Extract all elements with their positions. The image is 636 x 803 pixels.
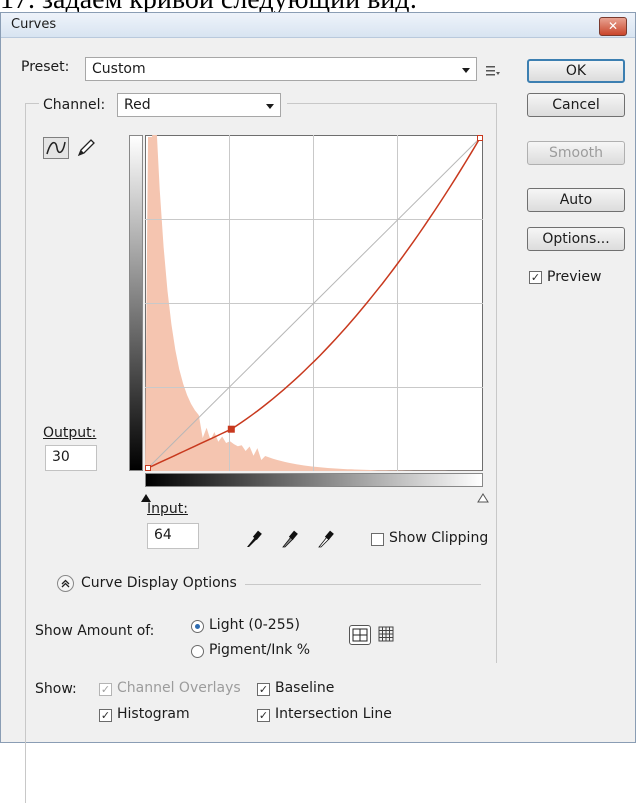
detailed-grid-icon[interactable] [377,625,395,647]
collapse-icon[interactable] [57,575,74,592]
output-label: Output: [43,425,97,441]
curves-graph[interactable] [145,135,483,471]
preset-label: Preset: [21,59,70,75]
preset-value: Custom [92,61,146,77]
options-button[interactable]: Options... [527,227,625,251]
curve-display-options-title: Curve Display Options [81,575,237,591]
input-label: Input: [147,501,188,517]
preview-label: Preview [547,269,602,285]
options-separator [245,584,481,585]
channel-label: Channel: [43,97,106,113]
auto-button[interactable]: Auto [527,188,625,212]
curve-point-end[interactable] [477,135,483,141]
show-amount-label: Show Amount of: [35,623,155,639]
chevron-down-icon [266,104,274,109]
cancel-button[interactable]: Cancel [527,93,625,117]
curve-point-start[interactable] [145,465,151,471]
chevron-down-icon [462,68,470,73]
smooth-button[interactable]: Smooth [527,141,625,165]
curve-edit-icon[interactable] [43,137,69,159]
input-gradient-bar [145,473,483,487]
baseline-label: Baseline [275,680,335,696]
close-button[interactable]: ✕ [599,17,627,36]
histogram-label: Histogram [117,706,190,722]
curve-point-active[interactable] [227,425,235,433]
show-label: Show: [35,681,77,697]
group-border-top-left [25,103,39,104]
group-border-right [496,103,497,663]
output-gradient-bar [129,135,143,471]
preset-dropdown[interactable]: Custom [85,57,477,81]
black-eyedropper-icon[interactable] [245,529,263,553]
light-radio[interactable] [191,620,204,633]
pigment-radio[interactable] [191,645,204,658]
preset-options-icon[interactable] [485,63,501,82]
group-border-top-right [287,103,497,104]
channel-overlays-checkbox[interactable]: ✓ [99,683,112,696]
light-radio-label: Light (0-255) [209,617,300,633]
channel-overlays-label: Channel Overlays [117,680,241,696]
pigment-radio-label: Pigment/Ink % [209,642,311,658]
pencil-icon[interactable] [75,137,97,163]
group-border-left [25,103,26,803]
output-field[interactable]: 30 [45,445,97,471]
show-clipping-checkbox[interactable] [371,533,384,546]
ok-button[interactable]: OK [527,59,625,83]
intersection-line-checkbox[interactable]: ✓ [257,709,270,722]
simple-grid-icon[interactable] [349,625,371,645]
input-field[interactable]: 64 [147,523,199,549]
window-title: Curves [11,17,57,32]
title-bar: Curves ✕ [1,13,635,38]
channel-value: Red [124,97,151,113]
intersection-line-label: Intersection Line [275,706,392,722]
histogram-checkbox[interactable]: ✓ [99,709,112,722]
show-clipping-label: Show Clipping [389,530,489,546]
channel-dropdown[interactable]: Red [117,93,281,117]
white-eyedropper-icon[interactable] [317,529,335,553]
white-point-slider[interactable] [477,488,489,507]
gray-eyedropper-icon[interactable] [281,529,299,553]
curves-dialog: Curves ✕ Preset: Custom OK Cancel Smooth… [0,12,636,803]
preview-checkbox[interactable]: ✓ [529,271,542,284]
baseline-checkbox[interactable]: ✓ [257,683,270,696]
